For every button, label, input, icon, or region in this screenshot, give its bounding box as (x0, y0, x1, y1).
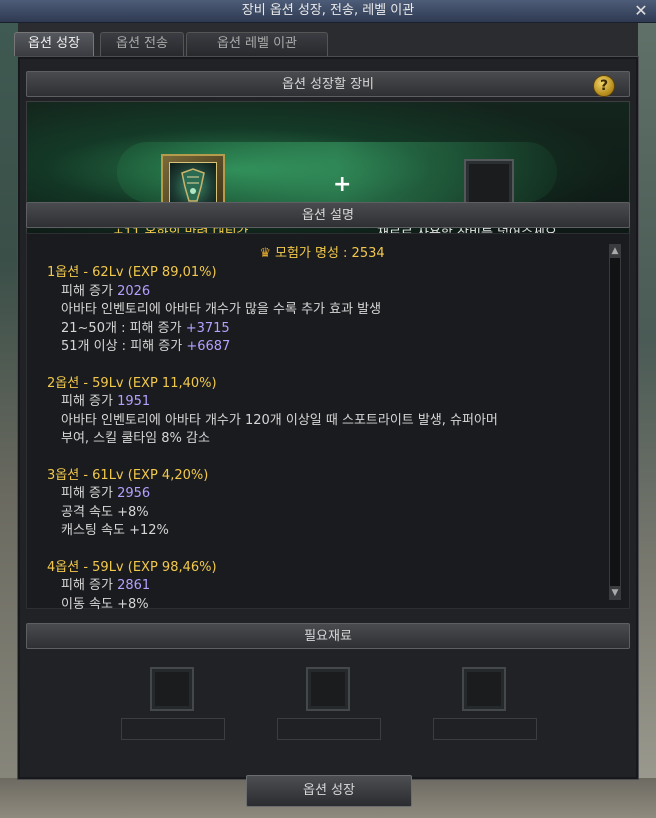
equip-section-title: 옵션 성장할 장비 (282, 77, 374, 92)
option-heading: 2옵션 - 59Lv (EXP 11,40%) (47, 375, 607, 394)
option-value: 1951 (117, 394, 151, 409)
option-detail: 피해 증가 2956 (47, 485, 607, 504)
option-value: 2861 (117, 578, 151, 593)
adventurer-fame: ♛ 모험가 명성 : 2534 (27, 242, 617, 261)
option-detail: 피해 증가 2026 (47, 283, 607, 302)
option-detail: 21~50개 : 피해 증가 +3715 (47, 320, 607, 339)
fame-text: 모험가 명성 : 2534 (274, 246, 385, 261)
window-titlebar[interactable]: 장비 옵션 성장, 전송, 레벨 이관 ✕ (0, 0, 656, 23)
material-slot-1[interactable] (150, 667, 194, 711)
option-text: 아바타 인벤토리에 아바타 개수가 120개 이상일 때 스포트라이트 발생, … (61, 412, 498, 428)
option-text: 이동 속도 +8% (61, 596, 149, 612)
option-text: 피해 증가 (61, 578, 118, 593)
option-detail: 51개 이상 : 피해 증가 +6687 (47, 338, 607, 357)
option-text: 부여, 스킬 쿨타임 8% 감소 (61, 431, 210, 446)
option-detail: 피해 증가 2861 (47, 577, 607, 596)
tab-option-level-transfer[interactable]: 옵션 레벨 이관 (186, 32, 328, 56)
material-label-2 (277, 718, 381, 740)
option-text: 51개 이상 : 피해 증가 (61, 339, 187, 354)
option-lines: 1옵션 - 62Lv (EXP 89,01%) 피해 증가 2026 아바타 인벤토… (47, 264, 607, 614)
option-value: 2026 (117, 283, 151, 299)
option-detail: 공격 속도 +8% (47, 504, 607, 523)
option-detail: 피해 증가 1951 (47, 393, 607, 412)
background-left (0, 20, 18, 818)
option-detail: 이동 속도 +8% (47, 596, 607, 615)
option-text: 아바타 인벤토리에 아바타 개수가 많을 수록 추가 효과 발생 (61, 302, 382, 317)
option-value: +3715 (185, 320, 230, 336)
option-text: 2옵션 - 59Lv (EXP 11,40%) (47, 375, 217, 391)
option-detail: 아바타 인벤토리에 아바타 개수가 많을 수록 추가 효과 발생 (47, 301, 607, 320)
equip-section-header: 옵션 성장할 장비 ? (26, 71, 630, 97)
materials-section-title: 필요재료 (304, 629, 352, 644)
equip-slot-area: + +11 옥화의 망령 대퇴갑 재료로 사용할 장비를 넣어주세요 (26, 101, 630, 253)
option-text: 21~50개 : 피해 증가 (61, 320, 186, 336)
scroll-down-icon[interactable]: ▼ (609, 586, 621, 600)
option-detail: 아바타 인벤토리에 아바타 개수가 120개 이상일 때 스포트라이트 발생, … (47, 412, 607, 431)
option-text: 캐스팅 속도 +12% (61, 523, 169, 538)
option-text: 공격 속도 +8% (61, 504, 149, 520)
scroll-up-icon[interactable]: ▲ (609, 244, 621, 258)
plus-icon: + (333, 172, 352, 197)
option-text: 피해 증가 (61, 394, 118, 409)
material-slot-3[interactable] (462, 667, 506, 711)
desc-section-header: 옵션 설명 (26, 202, 630, 228)
help-icon[interactable]: ? (593, 75, 615, 97)
option-heading: 4옵션 - 59Lv (EXP 98,46%) (47, 559, 607, 578)
window-title: 장비 옵션 성장, 전송, 레벨 이관 (241, 3, 415, 18)
material-label-1 (121, 718, 225, 740)
option-text: 1옵션 - 62Lv (EXP 89,01%) (47, 265, 217, 280)
option-text: 4옵션 - 59Lv (EXP 98,46%) (47, 559, 217, 575)
option-growth-button[interactable]: 옵션 성장 (246, 775, 412, 807)
material-label-3 (433, 718, 537, 740)
main-panel: 옵션 성장할 장비 ? + +11 옥화의 망령 대퇴갑 재료로 사용할 장비를… (17, 56, 639, 780)
close-icon[interactable]: ✕ (632, 1, 650, 21)
option-text: 3옵션 - 61Lv (EXP 4,20%) (47, 467, 209, 483)
option-heading: 3옵션 - 61Lv (EXP 4,20%) (47, 467, 607, 486)
option-detail: 캐스팅 속도 +12% (47, 522, 607, 541)
material-slot-2[interactable] (306, 667, 350, 711)
fame-icon: ♛ (259, 246, 271, 261)
option-heading: 1옵션 - 62Lv (EXP 89,01%) (47, 264, 607, 283)
tab-option-transfer[interactable]: 옵션 전송 (100, 32, 184, 56)
tab-option-growth[interactable]: 옵션 성장 (14, 32, 94, 56)
materials-section-header: 필요재료 (26, 623, 630, 649)
option-value: 2956 (117, 486, 151, 501)
scrollbar[interactable]: ▲ ▼ (609, 244, 621, 600)
option-text: 피해 증가 (61, 283, 118, 299)
option-description-box[interactable]: ♛ 모험가 명성 : 2534 1옵션 - 62Lv (EXP 89,01%) 피해… (26, 233, 630, 612)
desc-section-title: 옵션 설명 (302, 208, 354, 223)
background-right (638, 20, 656, 818)
option-text: 피해 증가 (61, 486, 118, 501)
option-value: +6687 (186, 339, 231, 354)
option-detail: 부여, 스킬 쿨타임 8% 감소 (47, 430, 607, 449)
